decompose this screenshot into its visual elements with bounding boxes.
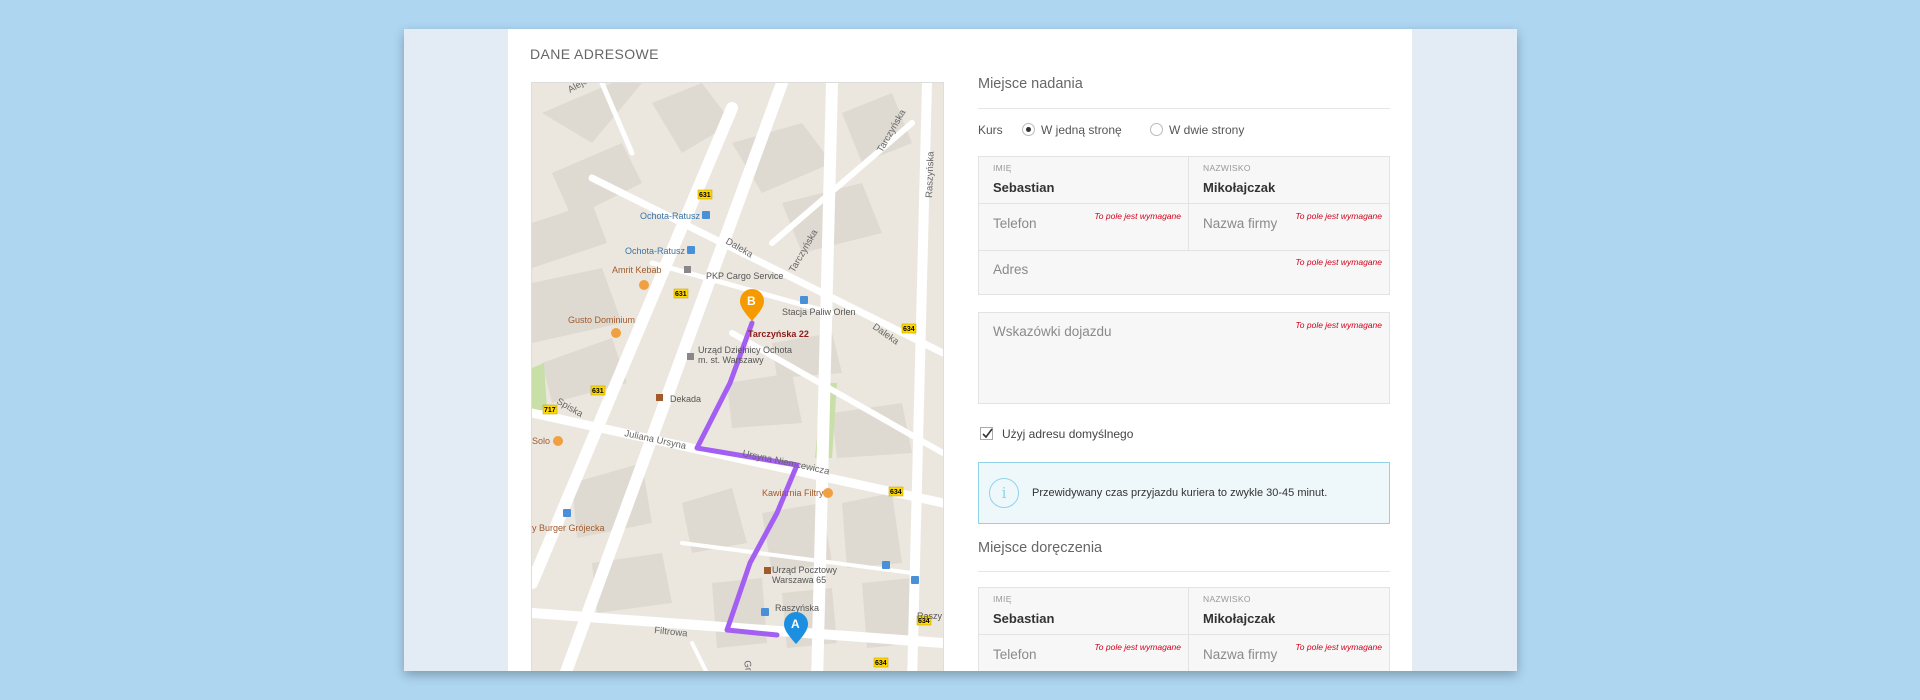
- poi-label: PKP Cargo Service: [706, 271, 783, 281]
- address-form: Miejsce nadania Kurs W jedną stronę W dw…: [978, 29, 1390, 671]
- field-value: Sebastian: [993, 611, 1055, 626]
- field-placeholder: Nazwa firmy: [1203, 216, 1278, 231]
- shop-icon: [656, 394, 663, 401]
- cafe-icon: [823, 488, 833, 498]
- field-label: NAZWISKO: [1203, 163, 1251, 173]
- post-office-icon: [764, 567, 771, 574]
- required-error: To pole jest wymagane: [1295, 257, 1382, 267]
- field-placeholder: Adres: [993, 262, 1029, 277]
- first-name-field[interactable]: IMIĘ Sebastian: [979, 588, 1189, 635]
- poi-label: Amrit Kebab: [612, 265, 662, 275]
- svg-text:B: B: [747, 294, 756, 308]
- first-name-field[interactable]: IMIĘ Sebastian: [979, 157, 1189, 204]
- origin-title: Miejsce nadania: [978, 76, 1083, 92]
- building-icon: [684, 266, 691, 273]
- phone-field[interactable]: Telefon To pole jest wymagane: [979, 635, 1189, 671]
- radio-round-trip[interactable]: [1150, 123, 1163, 136]
- origin-fields: IMIĘ Sebastian NAZWISKO Mikołajczak Tele…: [978, 156, 1390, 295]
- address-panel: DANE ADRESOWE 631 631 631 717 634 634 63…: [508, 29, 1412, 671]
- poi-label: Ochota-Ratusz: [640, 211, 701, 221]
- required-error: To pole jest wymagane: [1295, 642, 1382, 652]
- destination-title: Miejsce doręczenia: [978, 540, 1103, 556]
- use-default-checkbox[interactable]: [980, 427, 993, 440]
- poi-label: y Burger Grójecka: [532, 523, 605, 533]
- destination-fields: IMIĘ Sebastian NAZWISKO Mikołajczak Tele…: [978, 587, 1390, 671]
- bus-stop-icon: [911, 576, 919, 584]
- company-field[interactable]: Nazwa firmy To pole jest wymagane: [1189, 635, 1389, 671]
- bus-stop-icon: [702, 211, 710, 219]
- radio-one-way[interactable]: [1022, 123, 1035, 136]
- poi-label: Stacja Paliw Orlen: [782, 307, 856, 317]
- course-row: Kurs W jedną stronę W dwie strony: [978, 122, 1390, 138]
- badge-631: 631: [675, 291, 687, 298]
- poi-label: m. st. Warszawy: [698, 355, 764, 365]
- route-map[interactable]: 631 631 631 717 634 634 634 634 Aleje Ta…: [531, 82, 944, 671]
- directions-textarea[interactable]: Wskazówki dojazdu To pole jest wymagane: [978, 312, 1390, 404]
- field-value: Mikołajczak: [1203, 180, 1276, 195]
- last-name-field[interactable]: NAZWISKO Mikołajczak: [1189, 588, 1389, 635]
- use-default-label[interactable]: Użyj adresu domyślnego: [1002, 427, 1133, 441]
- poi-label: Raszy: [917, 611, 943, 621]
- street-label: Gro: [741, 660, 755, 671]
- poi-label: Solo: [532, 436, 550, 446]
- check-icon: [982, 428, 993, 439]
- field-label: NAZWISKO: [1203, 594, 1251, 604]
- required-error: To pole jest wymagane: [1094, 642, 1181, 652]
- field-label: IMIĘ: [993, 163, 1012, 173]
- poi-label: Raszyńska: [775, 603, 819, 613]
- required-error: To pole jest wymagane: [1094, 211, 1181, 221]
- course-label: Kurs: [978, 123, 1003, 137]
- poi-label: Ochota-Ratusz: [625, 246, 686, 256]
- field-label: IMIĘ: [993, 594, 1012, 604]
- badge-634: 634: [875, 660, 887, 667]
- info-icon: i: [989, 478, 1019, 508]
- field-placeholder: Telefon: [993, 647, 1037, 662]
- destination-label: Tarczyńska 22: [748, 329, 809, 339]
- poi-label: Urząd Dzielnicy Ochota: [698, 345, 792, 355]
- required-error: To pole jest wymagane: [1295, 320, 1382, 330]
- street-label: Raszyńska: [924, 151, 937, 199]
- radio-round-trip-label[interactable]: W dwie strony: [1169, 123, 1244, 137]
- map-canvas[interactable]: 631 631 631 717 634 634 634 634 Aleje Ta…: [532, 83, 943, 671]
- office-icon: [687, 353, 694, 360]
- field-value: Mikołajczak: [1203, 611, 1276, 626]
- poi-label: Kawiarnia Filtry: [762, 488, 824, 498]
- svg-text:A: A: [791, 617, 800, 631]
- bus-stop-icon: [761, 608, 769, 616]
- poi-label: Urząd Pocztowy: [772, 565, 838, 575]
- phone-field[interactable]: Telefon To pole jest wymagane: [979, 204, 1189, 251]
- restaurant-icon: [553, 436, 563, 446]
- field-placeholder: Wskazówki dojazdu: [993, 324, 1112, 339]
- badge-634: 634: [903, 326, 915, 333]
- badge-717: 717: [544, 407, 556, 414]
- fuel-icon: [800, 296, 808, 304]
- use-default-row: Użyj adresu domyślnego: [978, 426, 1390, 442]
- divider: [978, 108, 1390, 109]
- company-field[interactable]: Nazwa firmy To pole jest wymagane: [1189, 204, 1389, 251]
- bus-stop-icon: [882, 561, 890, 569]
- info-text: Przewidywany czas przyjazdu kuriera to z…: [1032, 487, 1328, 499]
- restaurant-icon: [639, 280, 649, 290]
- info-box: i Przewidywany czas przyjazdu kuriera to…: [978, 462, 1390, 524]
- poi-label: Warszawa 65: [772, 575, 826, 585]
- bus-stop-icon: [563, 509, 571, 517]
- poi-label: Gusto Dominium: [568, 315, 635, 325]
- divider: [978, 571, 1390, 572]
- address-field[interactable]: Adres To pole jest wymagane: [979, 251, 1389, 294]
- poi-label: Dekada: [670, 394, 701, 404]
- section-title: DANE ADRESOWE: [530, 46, 659, 62]
- badge-631: 631: [592, 388, 604, 395]
- field-placeholder: Telefon: [993, 216, 1037, 231]
- last-name-field[interactable]: NAZWISKO Mikołajczak: [1189, 157, 1389, 204]
- field-value: Sebastian: [993, 180, 1055, 195]
- badge-631: 631: [699, 192, 711, 199]
- field-placeholder: Nazwa firmy: [1203, 647, 1278, 662]
- restaurant-icon: [611, 328, 621, 338]
- badge-634: 634: [890, 489, 902, 496]
- required-error: To pole jest wymagane: [1295, 211, 1382, 221]
- bus-stop-icon: [687, 246, 695, 254]
- app-window: DANE ADRESOWE 631 631 631 717 634 634 63…: [404, 29, 1517, 671]
- radio-one-way-label[interactable]: W jedną stronę: [1041, 123, 1122, 137]
